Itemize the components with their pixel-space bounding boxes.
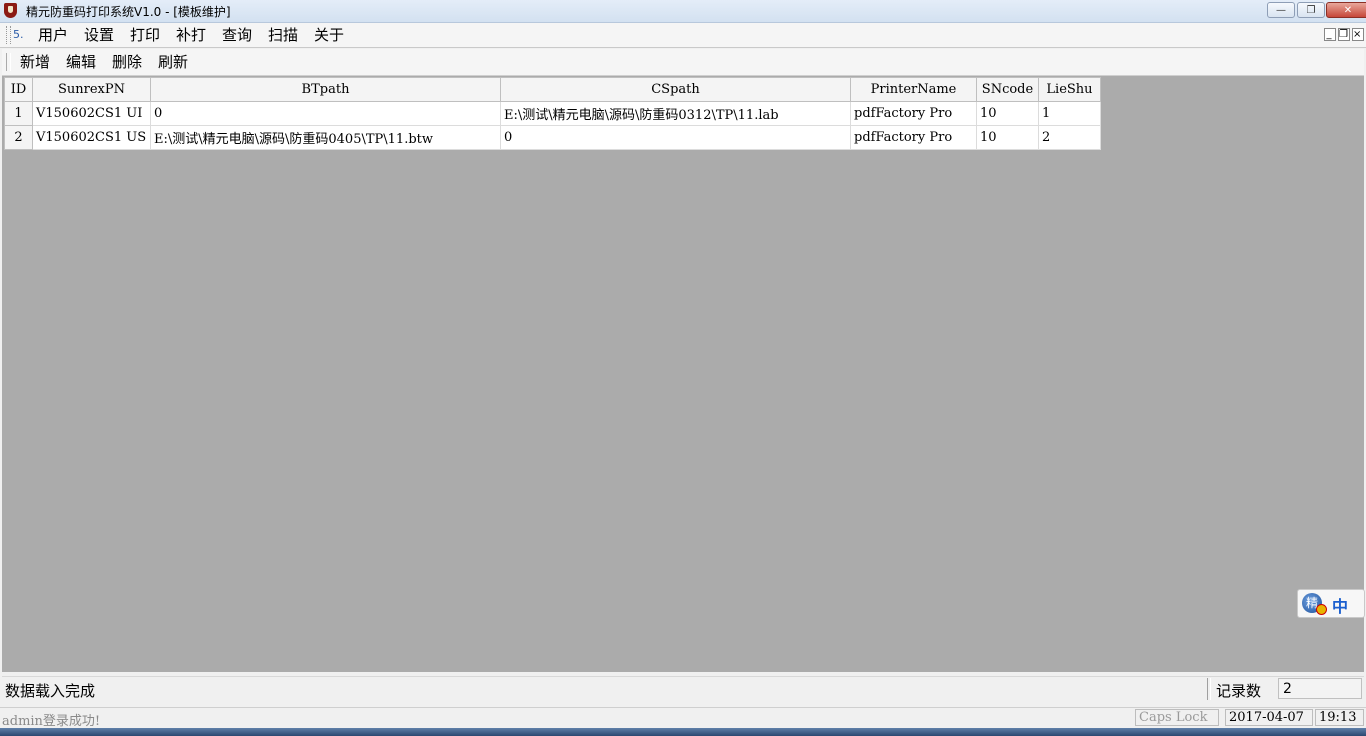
table-row[interactable]: 2 V150602CS1 US E:\测试\精元电脑\源码\防重码0405\TP… — [4, 125, 1101, 150]
cell-lieshu[interactable]: 1 — [1038, 101, 1101, 126]
status-time: 19:13 — [1315, 709, 1364, 726]
cell-btpath[interactable]: E:\测试\精元电脑\源码\防重码0405\TP\11.btw — [150, 125, 501, 150]
status-date: 2017-04-07 — [1225, 709, 1313, 726]
cell-id[interactable]: 1 — [4, 101, 33, 126]
mdi-restore-button[interactable]: ❐ — [1338, 28, 1350, 41]
menubar-grip — [6, 26, 11, 44]
cell-printername[interactable]: pdfFactory Pro — [850, 125, 977, 150]
app-status-bar: admin登录成功! Caps Lock 2017-04-07 19:13 — [0, 707, 1366, 729]
cell-sunrexpn[interactable]: V150602CS1 UI — [32, 101, 151, 126]
menu-reprint[interactable]: 补打 — [176, 27, 206, 43]
app-shield-icon — [4, 3, 17, 18]
close-button[interactable]: ✕ — [1326, 2, 1366, 18]
status-separator — [1207, 678, 1211, 700]
menu-user[interactable]: 用户 — [38, 27, 68, 43]
mdi-minimize-button[interactable]: _ — [1324, 28, 1336, 41]
record-count-value: 2 — [1278, 678, 1362, 699]
add-button[interactable]: 新增 — [20, 54, 50, 70]
taskbar — [0, 728, 1366, 736]
form-status-bar: 数据载入完成 记录数 2 — [2, 676, 1364, 701]
ime-mode-label[interactable]: 中 — [1332, 593, 1348, 617]
ime-indicator[interactable]: 精 中 — [1297, 589, 1365, 618]
mdi-controls: _ ❐ × — [1322, 28, 1364, 41]
column-header-id[interactable]: ID — [4, 77, 33, 102]
column-header-sunrexpn[interactable]: SunrexPN — [32, 77, 151, 102]
menu-scan[interactable]: 扫描 — [268, 27, 298, 43]
login-message: admin登录成功! — [2, 714, 101, 729]
mdi-close-button[interactable]: × — [1352, 28, 1364, 41]
cell-lieshu[interactable]: 2 — [1038, 125, 1101, 150]
content-area: ID SunrexPN BTpath CSpath PrinterName SN… — [2, 76, 1364, 672]
cell-cspath[interactable]: E:\测试\精元电脑\源码\防重码0312\TP\11.lab — [500, 101, 851, 126]
menu-query[interactable]: 查询 — [222, 27, 252, 43]
status-message: 数据载入完成 — [5, 682, 96, 700]
column-header-btpath[interactable]: BTpath — [150, 77, 501, 102]
cell-id[interactable]: 2 — [4, 125, 33, 150]
column-header-lieshu[interactable]: LieShu — [1038, 77, 1101, 102]
maximize-button[interactable]: ❐ — [1297, 2, 1325, 18]
column-header-cspath[interactable]: CSpath — [500, 77, 851, 102]
cell-sncode[interactable]: 10 — [976, 101, 1039, 126]
mdi-system-menu-icon[interactable]: 5. — [13, 27, 28, 42]
refresh-button[interactable]: 刷新 — [158, 54, 188, 70]
caps-lock-indicator: Caps Lock — [1135, 709, 1219, 726]
minimize-button[interactable]: — — [1267, 2, 1295, 18]
toolbar: 新增 编辑 删除 刷新 — [2, 49, 1364, 76]
table-row[interactable]: 1 V150602CS1 UI 0 E:\测试\精元电脑\源码\防重码0312\… — [4, 101, 1101, 126]
cell-cspath[interactable]: 0 — [500, 125, 851, 150]
edit-button[interactable]: 编辑 — [66, 54, 96, 70]
menu-bar: 5. 用户 设置 打印 补打 查询 扫描 关于 _ ❐ × — [0, 23, 1366, 48]
cell-btpath[interactable]: 0 — [150, 101, 501, 126]
menu-about[interactable]: 关于 — [314, 27, 344, 43]
column-header-printername[interactable]: PrinterName — [850, 77, 977, 102]
window-title: 精元防重码打印系统V1.0 - [模板维护] — [26, 5, 231, 19]
cell-printername[interactable]: pdfFactory Pro — [850, 101, 977, 126]
cell-sncode[interactable]: 10 — [976, 125, 1039, 150]
title-bar: 精元防重码打印系统V1.0 - [模板维护] — ❐ ✕ — [0, 0, 1366, 23]
template-grid: ID SunrexPN BTpath CSpath PrinterName SN… — [4, 77, 1101, 150]
record-count-label: 记录数 — [1216, 682, 1262, 700]
menu-print[interactable]: 打印 — [130, 27, 160, 43]
grid-header-row: ID SunrexPN BTpath CSpath PrinterName SN… — [4, 77, 1101, 102]
column-header-sncode[interactable]: SNcode — [976, 77, 1039, 102]
ime-status-dot-icon — [1316, 604, 1327, 615]
menu-settings[interactable]: 设置 — [84, 27, 114, 43]
toolbar-grip — [6, 53, 11, 71]
delete-button[interactable]: 删除 — [112, 54, 142, 70]
cell-sunrexpn[interactable]: V150602CS1 US — [32, 125, 151, 150]
